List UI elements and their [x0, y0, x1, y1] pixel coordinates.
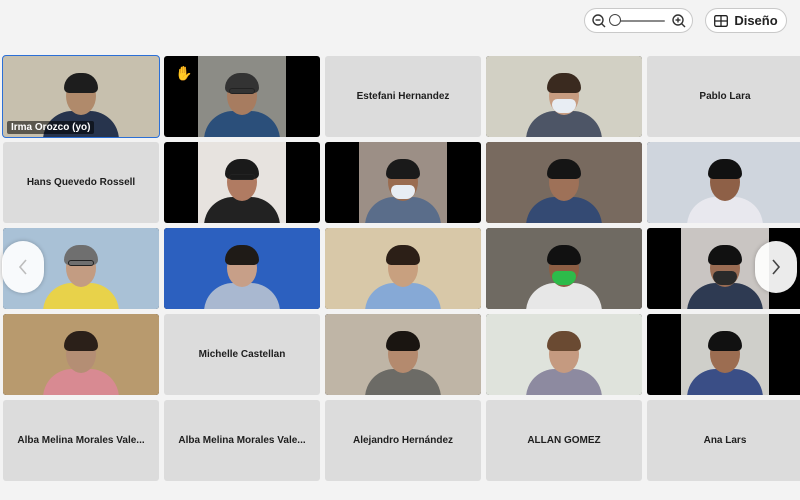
face-mask: [391, 185, 415, 199]
zoom-control[interactable]: [584, 8, 693, 33]
participant-name: Michelle Castellan: [198, 349, 286, 360]
participant-video-tile[interactable]: ✋: [164, 56, 320, 137]
glasses: [229, 88, 255, 94]
participant-name-tile[interactable]: ALLAN GOMEZ: [486, 400, 642, 481]
video-frame: [164, 228, 320, 309]
participant-hair: [64, 73, 98, 93]
video-frame: [3, 314, 159, 395]
participant-video-tile[interactable]: [486, 56, 642, 137]
face-mask: [552, 271, 576, 285]
participant-hair: [386, 159, 420, 179]
layout-button-label: Diseño: [734, 13, 778, 28]
participant-video-tile[interactable]: Irma Orozco (yo): [2, 55, 160, 138]
participant-name-tile[interactable]: Pablo Lara: [647, 56, 800, 137]
participant-name-label: Irma Orozco (yo): [7, 121, 95, 134]
participant-hair: [708, 159, 742, 179]
participant-name-tile[interactable]: Ana Lars: [647, 400, 800, 481]
participant-video-tile[interactable]: [325, 142, 481, 223]
participant-name-tile[interactable]: Alejandro Hernández: [325, 400, 481, 481]
participant-video-tile[interactable]: [647, 142, 800, 223]
participant-name: Alba Melina Morales Vale...: [178, 435, 306, 446]
participant-gallery: Irma Orozco (yo) ✋ Estefani Hernandez Pablo…: [2, 55, 800, 481]
meeting-toolbar: Diseño: [0, 0, 800, 42]
raised-hand-icon: ✋: [175, 65, 193, 81]
chevron-right-icon: [772, 259, 781, 275]
previous-page-button[interactable]: [2, 241, 44, 293]
video-frame: [486, 56, 642, 137]
participant-name-tile[interactable]: Michelle Castellan: [164, 314, 320, 395]
grid-layout-icon: [714, 14, 729, 27]
video-frame: [486, 142, 642, 223]
face-mask: [713, 271, 737, 285]
face-mask: [552, 99, 576, 113]
chevron-left-icon: [18, 259, 27, 275]
layout-button[interactable]: Diseño: [705, 8, 787, 33]
participant-name-tile[interactable]: Hans Quevedo Rossell: [3, 142, 159, 223]
glasses: [229, 174, 255, 180]
participant-name: ALLAN GOMEZ: [527, 435, 601, 446]
participant-name: Ana Lars: [703, 435, 747, 446]
participant-hair: [225, 245, 259, 265]
participant-name: Alba Melina Morales Vale...: [17, 435, 145, 446]
video-frame: [359, 142, 447, 223]
participant-hair: [708, 245, 742, 265]
participant-video-tile[interactable]: [3, 314, 159, 395]
participant-hair: [547, 73, 581, 93]
glasses: [68, 260, 94, 266]
participant-name: Hans Quevedo Rossell: [26, 177, 136, 188]
participant-video-tile[interactable]: [647, 314, 800, 395]
participant-name-tile[interactable]: Alba Melina Morales Vale...: [164, 400, 320, 481]
participant-video-tile[interactable]: [486, 314, 642, 395]
zoom-out-icon[interactable]: [591, 13, 607, 29]
participant-hair: [547, 331, 581, 351]
participant-hair: [64, 331, 98, 351]
participant-video-tile[interactable]: [486, 142, 642, 223]
participant-hair: [708, 331, 742, 351]
video-frame: [198, 142, 286, 223]
participant-video-tile[interactable]: [325, 314, 481, 395]
next-page-button[interactable]: [755, 241, 797, 293]
participant-video-tile[interactable]: [486, 228, 642, 309]
participant-name-tile[interactable]: Alba Melina Morales Vale...: [3, 400, 159, 481]
participant-name: Estefani Hernandez: [356, 91, 450, 102]
participant-video-tile[interactable]: [164, 228, 320, 309]
zoom-slider-thumb[interactable]: [609, 14, 621, 26]
participant-name: Alejandro Hernández: [352, 435, 454, 446]
participant-video-tile[interactable]: [164, 142, 320, 223]
participant-hair: [386, 331, 420, 351]
video-frame: [486, 314, 642, 395]
video-frame: [198, 56, 286, 137]
video-frame: [647, 142, 800, 223]
participant-hair: [547, 159, 581, 179]
participant-hair: [547, 245, 581, 265]
participant-hair: [386, 245, 420, 265]
video-frame: [325, 228, 481, 309]
participant-name-tile[interactable]: Estefani Hernandez: [325, 56, 481, 137]
participant-video-tile[interactable]: [325, 228, 481, 309]
participant-name: Pablo Lara: [699, 91, 751, 102]
video-frame: [325, 314, 481, 395]
video-frame: [486, 228, 642, 309]
zoom-in-icon[interactable]: [671, 13, 687, 29]
video-frame: [681, 314, 769, 395]
